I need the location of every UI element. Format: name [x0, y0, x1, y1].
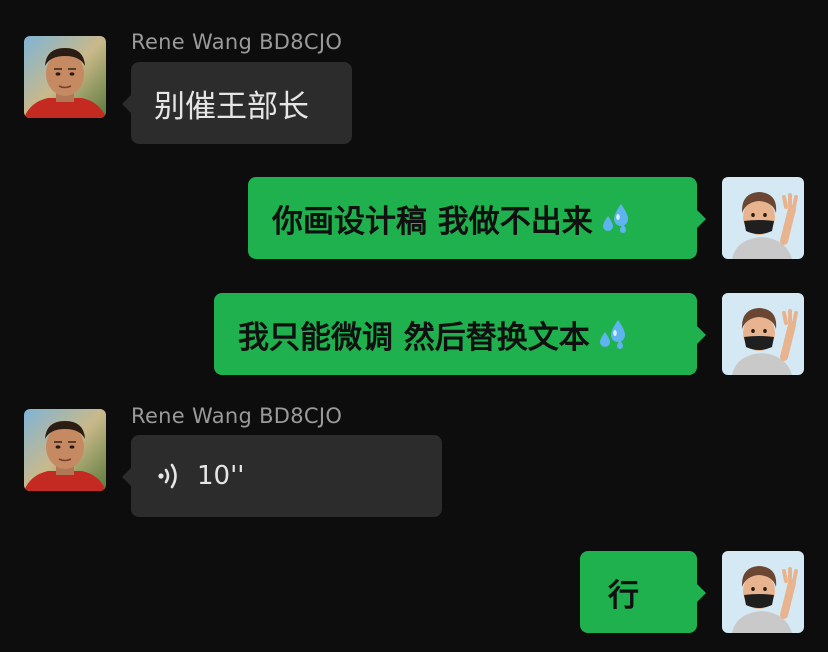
chat-thread: Rene Wang BD8CJO 别催王部长 你画设计稿 我做不出来 我只能微调… — [0, 0, 828, 652]
sweat-droplets-icon — [594, 316, 630, 352]
man-portrait-icon — [24, 36, 106, 118]
message-text: 别催王部长 — [154, 88, 309, 125]
message-bubble[interactable]: 别催王部长 — [122, 62, 352, 144]
message-text: 行 — [608, 577, 639, 614]
message-bubble[interactable]: 行 — [580, 551, 706, 633]
memoji-masked-icon — [722, 293, 804, 375]
sender-name: Rene Wang BD8CJO — [131, 404, 343, 428]
voice-message-bubble[interactable]: 10'' — [122, 435, 442, 517]
sender-name: Rene Wang BD8CJO — [131, 30, 343, 54]
memoji-masked-icon — [722, 551, 804, 633]
my-avatar[interactable] — [722, 293, 804, 375]
message-bubble[interactable]: 你画设计稿 我做不出来 — [248, 177, 706, 259]
my-avatar[interactable] — [722, 551, 804, 633]
memoji-masked-icon — [722, 177, 804, 259]
message-text: 你画设计稿 我做不出来 — [272, 203, 593, 240]
message-bubble[interactable]: 我只能微调 然后替换文本 — [214, 293, 706, 375]
contact-avatar[interactable] — [24, 36, 106, 118]
voice-duration: 10'' — [197, 461, 245, 491]
message-text: 我只能微调 然后替换文本 — [238, 319, 590, 356]
sweat-droplets-icon — [597, 200, 633, 236]
my-avatar[interactable] — [722, 177, 804, 259]
contact-avatar[interactable] — [24, 409, 106, 491]
man-portrait-icon — [24, 409, 106, 491]
voice-wave-icon — [157, 461, 181, 491]
